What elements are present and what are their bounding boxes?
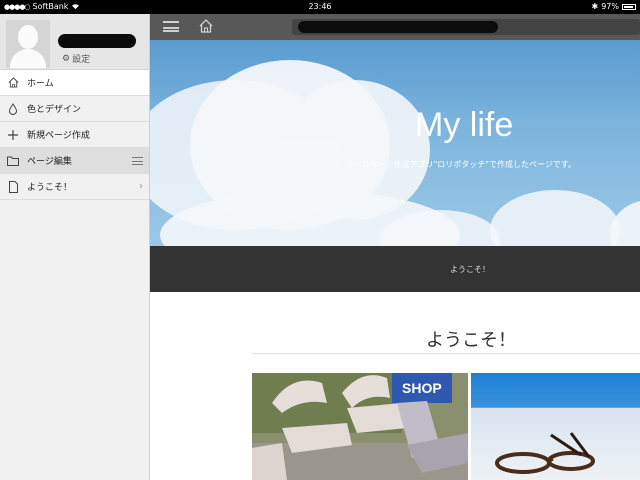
chairs-illustration: SHOP [252,373,468,480]
sidebar-item-label: 新規ページ作成 [27,131,90,141]
clock: 23:46 [308,2,332,11]
glasses-illustration [495,432,595,474]
url-bar[interactable] [292,19,640,35]
battery-percent: 97% [601,2,619,11]
site-subtitle: ホームページ作成アプリ"ロリポタッチ"で作成したページです。 [346,160,576,169]
shop-sign: SHOP [402,380,442,396]
page-heading: ようこそ！ [426,330,516,351]
sidebar-item-label: ページ編集 [27,157,72,167]
avatar-head [18,25,38,49]
reorder-icon[interactable] [132,157,143,165]
home-icon [7,77,19,89]
menu-icon[interactable] [163,21,179,32]
browser-toolbar [150,14,640,40]
sidebar-section-page-edit[interactable]: ページ編集 [0,148,149,174]
url-redacted [298,21,498,33]
page-icon [7,180,19,193]
sidebar-item-label: 色とデザイン [27,105,82,115]
avatar[interactable] [6,20,50,68]
profile-header: ⚙ 設定 [0,14,149,70]
chevron-right-icon: › [139,181,143,192]
photo-glasses [471,373,640,480]
hero-banner: My life ホームページ作成アプリ"ロリポタッチ"で作成したページです。 [150,40,640,246]
photo-chairs: SHOP [252,373,468,480]
home-button[interactable] [198,18,214,34]
folder-icon [7,155,19,167]
settings-link[interactable]: ⚙ 設定 [62,52,91,66]
drop-icon [7,102,19,115]
plus-icon [7,129,19,141]
avatar-body [10,49,46,68]
bluetooth-icon: ✱ [591,2,599,11]
battery-icon [622,3,636,10]
cloud-shape [490,190,620,246]
username-redacted [58,34,136,48]
sidebar: ⚙ 設定 ホーム 色とデザイン 新規ページ作成 ページ編集 ようこそ！ › [0,14,150,480]
sidebar-item-home[interactable]: ホーム [0,70,149,96]
sidebar-item-label: ようこそ！ [27,183,73,193]
status-bar: ●●●●○ SoftBank 23:46 ✱ 97% [0,0,640,14]
cloud-shape [610,200,640,246]
sidebar-item-label: ホーム [27,79,54,89]
status-right: ✱ 97% [592,2,636,11]
settings-label: 設定 [72,55,91,65]
site-nav-bar: ようこそ！ [150,246,640,292]
sidebar-item-colors-design[interactable]: 色とデザイン [0,96,149,122]
gear-icon: ⚙ [62,53,71,64]
site-title: My life [415,106,514,144]
heading-divider [252,353,640,354]
nav-link-welcome[interactable]: ようこそ！ [450,264,490,275]
sidebar-item-new-page[interactable]: 新規ページ作成 [0,122,149,148]
home-icon [199,19,213,33]
sidebar-item-welcome-page[interactable]: ようこそ！ › [0,174,149,200]
